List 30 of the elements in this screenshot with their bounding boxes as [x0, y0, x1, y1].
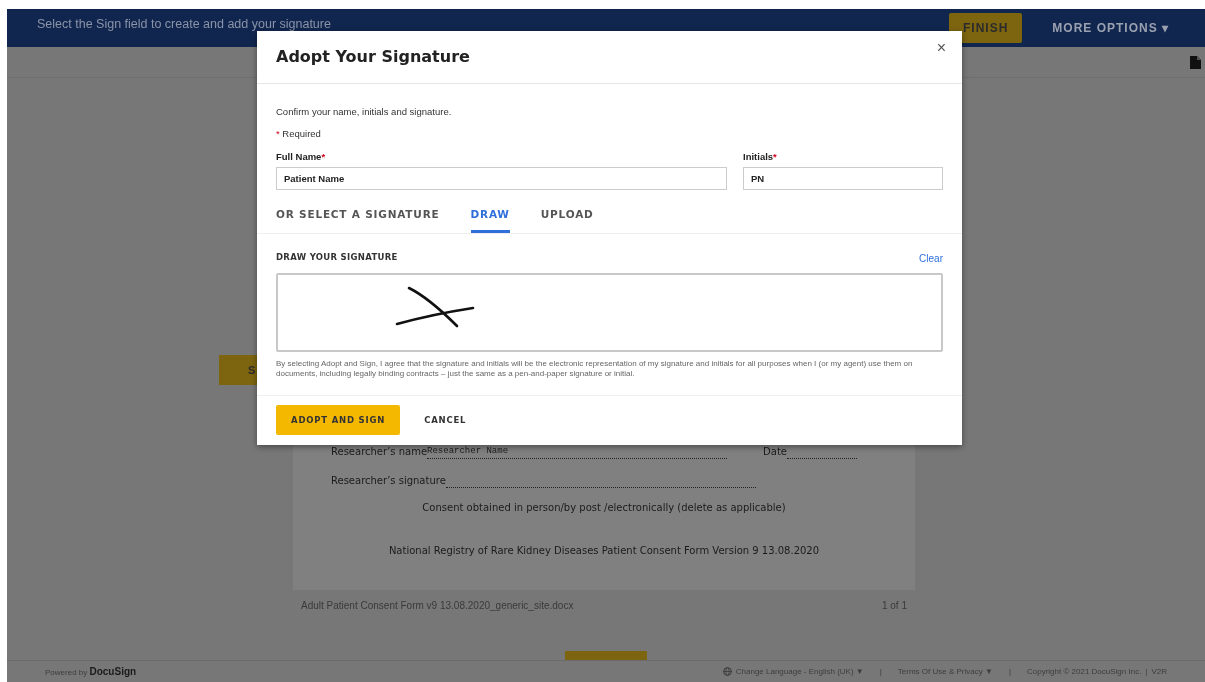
section-heading: DRAW YOUR SIGNATURE: [276, 250, 398, 264]
document-text: Consent obtained in person/by post /electronically (delete as applicable): [422, 501, 786, 515]
document-text: National Registry of Rare Kidney Diseases Patient Consent Form Version 9 13.08.2020: [388, 544, 820, 558]
field-label: Researcher’s signature: [331, 474, 446, 488]
intro-text: Confirm your name, initials and signature.: [276, 105, 453, 119]
adopt-and-sign-button[interactable]: ADOPT AND SIGN: [276, 404, 401, 436]
field-label: Date: [763, 445, 787, 459]
separator: |: [1145, 665, 1148, 678]
initials-field[interactable]: PN: [743, 166, 943, 190]
field-label: Initials*: [743, 149, 778, 164]
more-options-button[interactable]: MORE OPTIONS ▾: [1046, 18, 1175, 38]
clear-link[interactable]: Clear: [919, 250, 943, 266]
instruction-text: Select the Sign field to create and add your signature: [37, 17, 331, 31]
signature-pad[interactable]: [276, 272, 943, 352]
separator: |: [879, 665, 882, 678]
field-label: Full Name*: [276, 149, 327, 164]
signature-tab[interactable]: UPLOAD: [540, 203, 594, 233]
cancel-button[interactable]: CANCEL: [414, 404, 477, 436]
globe-icon: [722, 667, 732, 676]
signature-tab[interactable]: DRAW: [470, 203, 510, 233]
document-icon[interactable]: [1190, 55, 1201, 69]
name-field[interactable]: Patient Name: [276, 166, 727, 190]
filled-text: Researcher Name: [427, 446, 509, 456]
legal-text: By selecting Adopt and Sign, I agree that the signature and initials will be the electronic representation of my signature and initials for all purposes when I (or my agent) use them on documents, including legally binding contracts – just the same as a pen-and-paper signature or initial.: [276, 358, 914, 379]
signature-tab[interactable]: OR SELECT A SIGNATURE: [276, 203, 440, 233]
separator: |: [1008, 665, 1011, 678]
next-button[interactable]: [565, 651, 647, 660]
dialog-title: Adopt Your Signature: [276, 47, 470, 67]
field-label: Researcher’s name: [331, 445, 428, 459]
required-note: * Required: [276, 127, 322, 142]
